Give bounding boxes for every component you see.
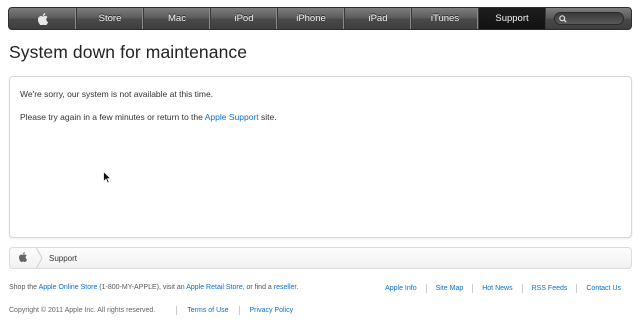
nav-item-store[interactable]: Store — [77, 8, 144, 29]
footer-link-apple-info[interactable]: Apple Info — [376, 284, 426, 293]
apple-logo-icon — [18, 249, 28, 267]
apple-support-link[interactable]: Apple Support — [205, 112, 259, 122]
footer-link-site-map[interactable]: Site Map — [425, 284, 473, 293]
footer-legal: Copyright © 2011 Apple Inc. All rights r… — [9, 306, 293, 315]
retry-message: Please try again in a few minutes or ret… — [20, 112, 277, 122]
footer-divider — [238, 306, 240, 315]
apple-online-store-link[interactable]: Apple Online Store — [39, 284, 98, 291]
breadcrumb-separator-icon — [36, 248, 43, 268]
breadcrumb-current: Support — [49, 253, 78, 263]
footer-shop-text: Shop the Apple Online Store (1-800-MY-AP… — [9, 284, 299, 291]
footer-link-hot-news[interactable]: Hot News — [472, 284, 521, 293]
footer-link-contact-us[interactable]: Contact Us — [576, 284, 630, 293]
global-nav: Store Mac iPod iPhone iPad iTunes Suppor… — [8, 7, 632, 30]
nav-item-mac[interactable]: Mac — [144, 8, 211, 29]
terms-of-use-link[interactable]: Terms of Use — [187, 307, 228, 314]
nav-apple-home[interactable] — [9, 8, 77, 29]
nav-item-ipad[interactable]: iPad — [345, 8, 412, 29]
nav-item-itunes[interactable]: iTunes — [412, 8, 479, 29]
mouse-cursor-icon — [103, 170, 112, 189]
message-panel: We're sorry, our system is not available… — [9, 76, 632, 238]
reseller-link[interactable]: reseller — [274, 284, 297, 291]
nav-item-iphone[interactable]: iPhone — [278, 8, 345, 29]
footer-divider — [176, 306, 178, 315]
footer-shop: Shop the Apple Online Store (1-800-MY-AP… — [9, 283, 632, 295]
page-title: System down for maintenance — [9, 42, 248, 62]
breadcrumb: Support — [9, 247, 632, 269]
breadcrumb-home[interactable] — [10, 248, 36, 268]
nav-item-support[interactable]: Support — [479, 8, 546, 29]
search-icon — [558, 14, 567, 23]
footer-link-rss-feeds[interactable]: RSS Feeds — [521, 284, 577, 293]
apple-retail-store-link[interactable]: Apple Retail Store — [186, 284, 242, 291]
search-input[interactable] — [553, 12, 624, 25]
nav-item-ipod[interactable]: iPod — [211, 8, 278, 29]
error-message: We're sorry, our system is not available… — [20, 89, 214, 99]
apple-logo-icon — [37, 12, 48, 25]
copyright: Copyright © 2011 Apple Inc. All rights r… — [9, 307, 156, 314]
privacy-policy-link[interactable]: Privacy Policy — [250, 307, 294, 314]
nav-search — [546, 8, 631, 29]
footer-links: Apple Info Site Map Hot News RSS Feeds C… — [376, 284, 630, 293]
